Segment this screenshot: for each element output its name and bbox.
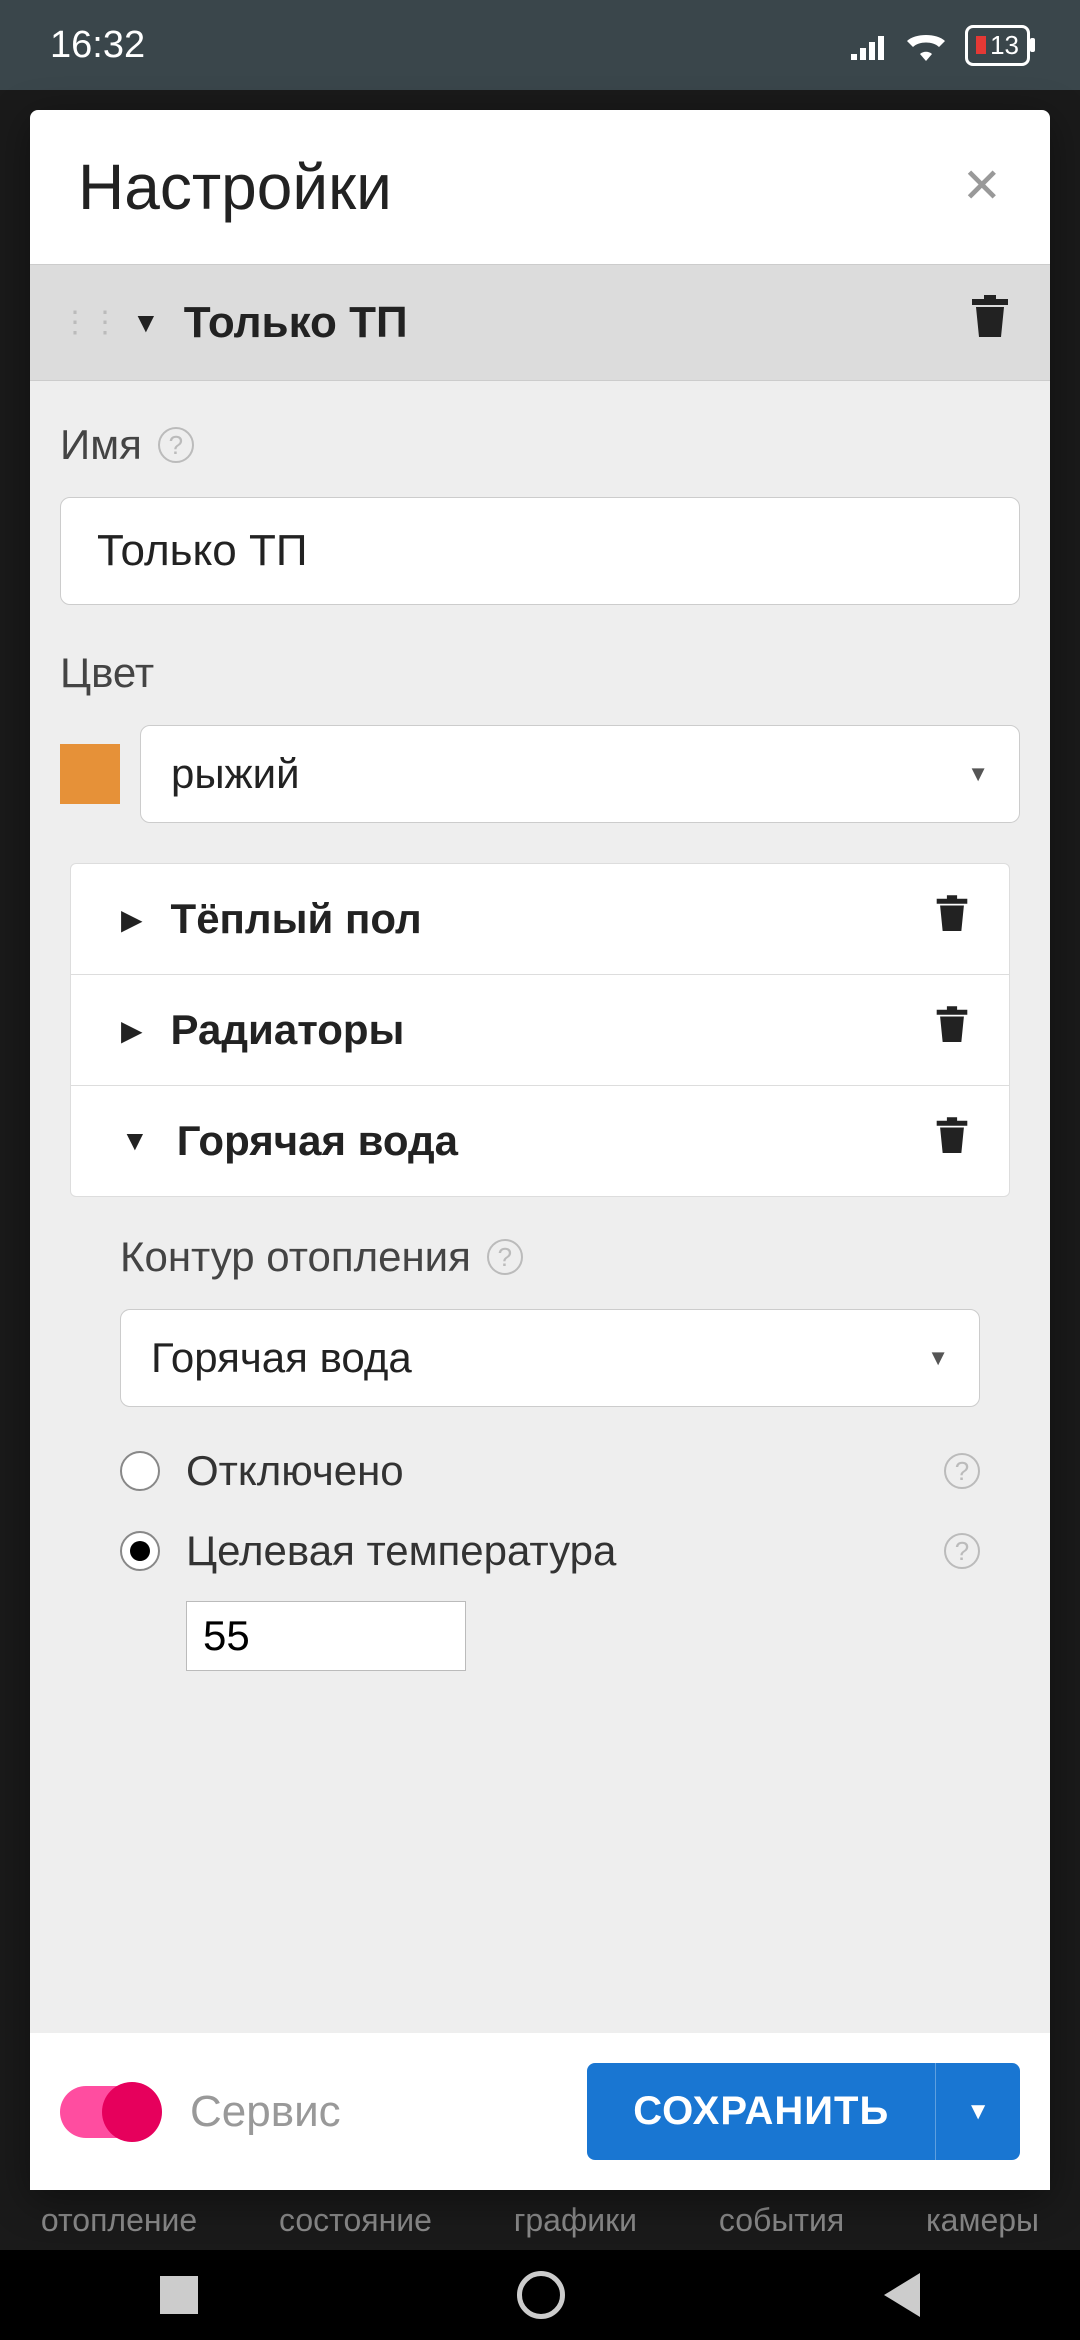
service-toggle-label: Сервис [190, 2087, 557, 2137]
sub-list: Тёплый пол Радиаторы Горячая вода [70, 863, 1010, 1197]
nav-home-icon[interactable] [517, 2271, 565, 2319]
color-select[interactable]: рыжий ▼ [140, 725, 1020, 823]
status-time: 16:32 [50, 24, 145, 67]
nav-recent-icon[interactable] [160, 2276, 198, 2314]
radio-off-label: Отключено [186, 1447, 918, 1495]
settings-modal: Настройки ✕ ⋮⋮ Только ТП Имя ? Цвет [30, 110, 1050, 2190]
sub-item-hotwater[interactable]: Горячая вода [71, 1086, 1009, 1196]
wifi-icon [905, 29, 947, 61]
chevron-right-icon [121, 1014, 143, 1047]
tab-heating[interactable]: отопление [41, 2202, 197, 2239]
section-header[interactable]: ⋮⋮ Только ТП [30, 264, 1050, 381]
contour-label: Контур отопления ? [120, 1233, 980, 1281]
radio-off-row[interactable]: Отключено ? [120, 1431, 980, 1511]
color-swatch [60, 744, 120, 804]
help-icon[interactable]: ? [944, 1453, 980, 1489]
form-area: Имя ? Цвет рыжий ▼ Тёплый пол [30, 381, 1050, 1711]
modal-body: ⋮⋮ Только ТП Имя ? Цвет рыжий ▼ [30, 264, 1050, 2032]
radio-target[interactable] [120, 1531, 160, 1571]
status-right: 13 [851, 25, 1030, 66]
sub-item-radiators[interactable]: Радиаторы [71, 975, 1009, 1086]
name-input[interactable] [60, 497, 1020, 605]
modal-title: Настройки [78, 150, 392, 224]
battery-icon: 13 [965, 25, 1030, 66]
target-temperature-input[interactable] [186, 1601, 466, 1671]
save-button[interactable]: СОХРАНИТЬ [587, 2063, 935, 2160]
contour-select-value: Горячая вода [151, 1334, 412, 1382]
help-icon[interactable]: ? [487, 1239, 523, 1275]
tab-graphs[interactable]: графики [514, 2202, 637, 2239]
chevron-right-icon [121, 903, 143, 936]
color-select-value: рыжий [171, 750, 300, 798]
hotwater-detail: Контур отопления ? Горячая вода ▼ Отключ… [60, 1197, 1020, 1711]
trash-icon[interactable] [925, 894, 979, 944]
service-toggle[interactable] [60, 2086, 160, 2138]
help-icon[interactable]: ? [944, 1533, 980, 1569]
android-navbar [0, 2250, 1080, 2340]
close-icon[interactable]: ✕ [962, 163, 1002, 211]
sub-item-label: Тёплый пол [171, 895, 925, 943]
chevron-down-icon: ▼ [927, 1345, 949, 1371]
help-icon[interactable]: ? [158, 427, 194, 463]
sub-item-warmfloor[interactable]: Тёплый пол [71, 864, 1009, 975]
trash-icon[interactable] [925, 1005, 979, 1055]
sub-item-label: Горячая вода [177, 1117, 925, 1165]
radio-target-row[interactable]: Целевая температура ? [120, 1511, 980, 1591]
chevron-down-icon [121, 1125, 149, 1157]
tab-cameras[interactable]: камеры [926, 2202, 1039, 2239]
cellular-icon [851, 30, 887, 60]
drag-handle-icon[interactable]: ⋮⋮ [60, 305, 120, 340]
tab-events[interactable]: события [719, 2202, 844, 2239]
trash-icon[interactable] [925, 1116, 979, 1166]
modal-header: Настройки ✕ [30, 110, 1050, 264]
section-title: Только ТП [184, 298, 960, 348]
radio-off[interactable] [120, 1451, 160, 1491]
chevron-down-icon: ▼ [967, 761, 989, 787]
sub-item-label: Радиаторы [171, 1006, 925, 1054]
save-dropdown-button[interactable]: ▼ [935, 2063, 1020, 2160]
name-label: Имя ? [60, 421, 1020, 469]
tab-status[interactable]: состояние [279, 2202, 432, 2239]
color-label: Цвет [60, 649, 1020, 697]
modal-footer: Сервис СОХРАНИТЬ ▼ [30, 2032, 1050, 2190]
status-bar: 16:32 13 [0, 0, 1080, 90]
nav-back-icon[interactable] [884, 2273, 920, 2317]
chevron-down-icon[interactable] [132, 307, 160, 339]
trash-icon[interactable] [960, 295, 1020, 350]
bottom-tabs: отопление состояние графики события каме… [0, 2180, 1080, 2260]
radio-target-label: Целевая температура [186, 1527, 918, 1575]
contour-select[interactable]: Горячая вода ▼ [120, 1309, 980, 1407]
